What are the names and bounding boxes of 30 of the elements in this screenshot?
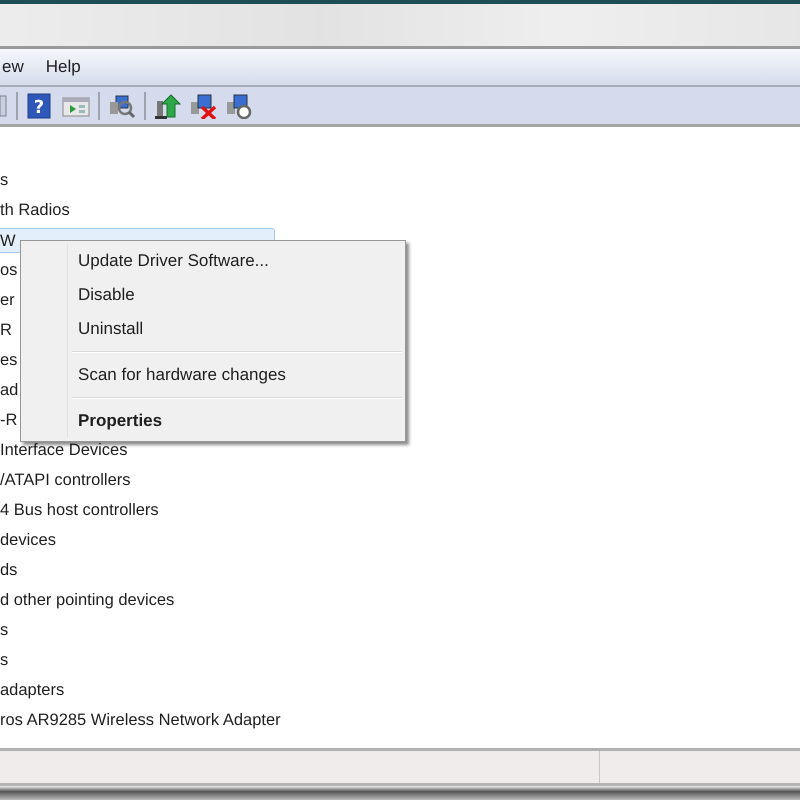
menu-item[interactable]: Help [46,54,81,80]
tree-item[interactable]: /ATAPI controllers [0,468,131,492]
menu-item[interactable]: Uninstall [24,312,402,346]
tree-item[interactable]: ad [0,378,18,402]
menu-item[interactable]: Scan for hardware changes [24,358,402,392]
tree-item[interactable]: es [0,348,18,372]
tree-item[interactable]: s [0,618,8,642]
tree-item[interactable]: devices [0,528,56,552]
rollback-icon[interactable] [226,92,254,118]
menu-item[interactable]: Disable [24,278,402,312]
tree-item[interactable]: s [0,648,8,672]
tree-item[interactable]: -R [0,408,18,432]
menu-item[interactable]: Update Driver Software... [24,244,402,278]
scan-hardware-icon[interactable] [108,92,136,118]
tree-item[interactable]: s [0,168,8,192]
update-driver-icon[interactable] [154,92,182,118]
toolbar-button-icon[interactable] [0,92,8,118]
tree-item[interactable]: R [0,318,12,342]
tree-item[interactable]: d other pointing devices [0,588,174,612]
tree-item[interactable]: ros AR9285 Wireless Network Adapter [0,708,281,732]
tree-item[interactable]: th Radios [0,198,70,222]
tree-item[interactable]: Interface Devices [0,438,128,462]
uninstall-icon[interactable] [190,92,218,118]
tree-item[interactable]: adapters [0,678,64,702]
menu-item[interactable]: Properties [24,404,402,438]
tree-item[interactable]: er [0,288,15,312]
tree-item[interactable]: ds [0,558,18,582]
menu-item[interactable]: ew [2,54,24,80]
tree-item[interactable]: os [0,258,18,282]
tree-item[interactable]: 4 Bus host controllers [0,498,159,522]
